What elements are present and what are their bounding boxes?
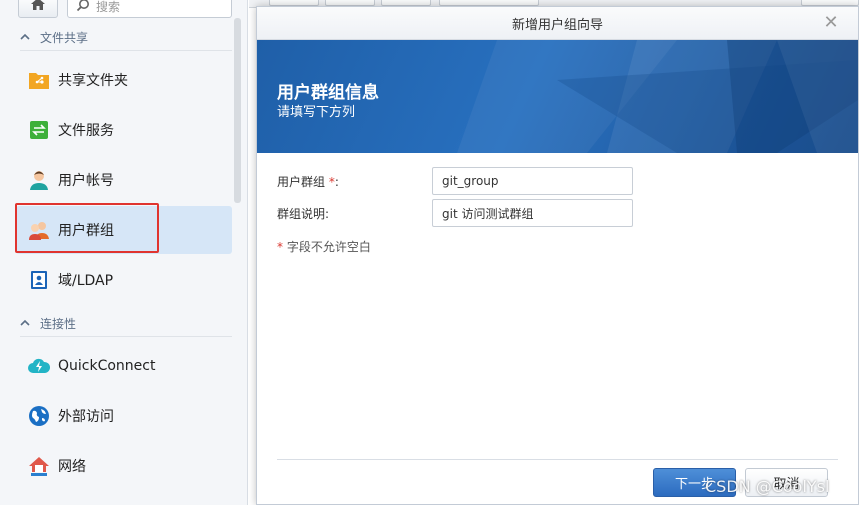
group-name-label-text: 用户群组 <box>277 175 326 189</box>
sidebar-scrollbar[interactable] <box>234 18 241 203</box>
sidebar-item-quickconnect[interactable]: QuickConnect <box>16 342 232 390</box>
banner-subtitle: 请填写下方列 <box>277 105 356 120</box>
sidebar-item-label: 用户帐号 <box>58 173 114 189</box>
sidebar-item-external-access[interactable]: 外部访问 <box>16 392 232 440</box>
watermark-text: CSDN @CoolYsl <box>705 477 830 496</box>
file-services-icon <box>28 119 50 141</box>
sidebar-item-label: 共享文件夹 <box>58 73 128 89</box>
banner-title: 用户群组信息 <box>277 83 379 103</box>
domain-ldap-icon <box>28 269 50 291</box>
search-input[interactable]: 搜索 <box>67 0 232 18</box>
sidebar-item-file-services[interactable]: 文件服务 <box>16 106 232 154</box>
required-field-note: * 字段不允许空白 <box>277 238 371 255</box>
home-button[interactable] <box>18 0 58 18</box>
group-name-field[interactable]: git_group <box>432 167 633 195</box>
network-icon <box>28 455 50 477</box>
sidebar-item-domain-ldap[interactable]: 域/LDAP <box>16 256 232 304</box>
chevron-up-icon <box>20 30 30 44</box>
group-name-label: 用户群组 *: <box>277 173 339 190</box>
shared-folder-icon <box>28 69 50 91</box>
label-colon: : <box>334 175 339 189</box>
sidebar-item-shared-folder[interactable]: 共享文件夹 <box>16 56 232 104</box>
sidebar-topbar: 搜索 <box>0 0 248 22</box>
sidebar: 搜索 文件共享 共享文件夹 文件服务 用户帐号 用户群组 域/LDAP 连接性 … <box>0 0 248 505</box>
sidebar-item-network[interactable]: 网络 <box>16 442 232 490</box>
section-label: 文件共享 <box>40 30 89 45</box>
group-description-label: 群组说明: <box>277 207 330 221</box>
sidebar-item-label: 文件服务 <box>58 123 114 139</box>
dialog-titlebar: 新增用户组向导 ✕ <box>257 7 858 40</box>
sidebar-item-label: 外部访问 <box>58 409 114 425</box>
search-placeholder: 搜索 <box>96 0 121 14</box>
user-icon <box>28 169 50 191</box>
annotation-highlight-box <box>15 203 159 253</box>
sidebar-item-label: QuickConnect <box>58 358 156 374</box>
divider <box>20 336 232 337</box>
group-description-value: git 访问测试群组 <box>442 206 534 221</box>
wizard-banner: 用户群组信息 请填写下方列 <box>257 40 858 153</box>
sidebar-item-label: 网络 <box>58 459 86 475</box>
sidebar-item-label: 域/LDAP <box>58 273 114 289</box>
quickconnect-icon <box>28 355 50 377</box>
external-access-icon <box>28 405 50 427</box>
footer-divider <box>277 459 838 460</box>
section-label: 连接性 <box>40 316 77 331</box>
group-description-field[interactable]: git 访问测试群组 <box>432 199 633 227</box>
required-star: * <box>277 240 283 254</box>
sidebar-item-user[interactable]: 用户帐号 <box>16 156 232 204</box>
chevron-up-icon <box>20 316 30 330</box>
create-group-wizard-dialog: 新增用户组向导 ✕ 用户群组信息 请填写下方列 用户群组 *: git_grou… <box>256 6 859 505</box>
section-connectivity[interactable]: 连接性 <box>20 310 232 336</box>
home-icon <box>30 0 46 15</box>
search-icon <box>76 0 90 15</box>
close-icon[interactable]: ✕ <box>822 14 840 32</box>
divider <box>20 50 232 51</box>
section-file-sharing[interactable]: 文件共享 <box>20 24 232 50</box>
required-note-text: 字段不允许空白 <box>286 240 371 254</box>
dialog-title: 新增用户组向导 <box>511 17 603 33</box>
group-name-value: git_group <box>442 174 499 188</box>
